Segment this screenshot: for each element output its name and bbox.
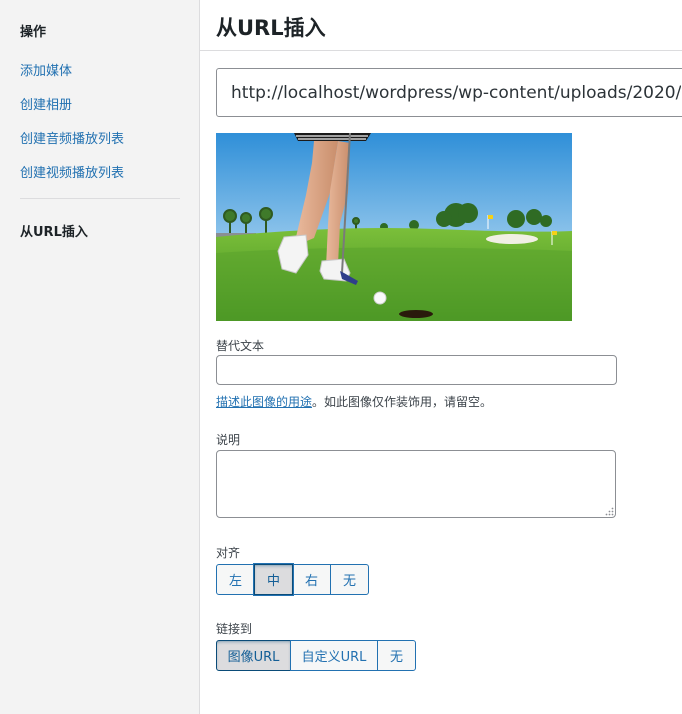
alt-text-label: 替代文本 bbox=[216, 339, 265, 353]
link-custom-url-button[interactable]: 自定义URL bbox=[290, 640, 378, 671]
sidebar-divider bbox=[20, 198, 180, 199]
sidebar-item-create-video-playlist[interactable]: 创建视频播放列表 bbox=[20, 162, 124, 181]
align-left-button[interactable]: 左 bbox=[216, 564, 255, 595]
link-to-button-group: 图像URL 自定义URL 无 bbox=[216, 640, 416, 671]
caption-label: 说明 bbox=[216, 433, 241, 447]
frame-header: 从URL插入 bbox=[200, 0, 682, 51]
link-to-label: 链接到 bbox=[216, 622, 253, 636]
alt-text-hint: 描述此图像的用途。如此图像仅作装饰用，请留空。 bbox=[216, 393, 492, 410]
alt-text-hint-text: 。如此图像仅作装饰用，请留空。 bbox=[312, 395, 493, 409]
align-button-group: 左 中 右 无 bbox=[216, 564, 369, 595]
url-input[interactable] bbox=[216, 68, 682, 117]
link-none-button[interactable]: 无 bbox=[377, 640, 416, 671]
alt-text-field[interactable] bbox=[216, 355, 617, 385]
resize-grip-icon[interactable] bbox=[605, 507, 614, 516]
align-center-button[interactable]: 中 bbox=[254, 564, 293, 595]
sidebar-item-create-audio-playlist[interactable]: 创建音频播放列表 bbox=[20, 128, 124, 147]
sidebar-item-add-media[interactable]: 添加媒体 bbox=[20, 60, 72, 79]
image-preview bbox=[216, 133, 572, 321]
sidebar-item-insert-from-url[interactable]: 从URL插入 bbox=[20, 221, 88, 240]
align-none-button[interactable]: 无 bbox=[330, 564, 369, 595]
media-sidebar: 操作 添加媒体 创建相册 创建音频播放列表 创建视频播放列表 从URL插入 bbox=[0, 0, 200, 714]
golf-photo-icon bbox=[216, 133, 572, 321]
align-right-button[interactable]: 右 bbox=[292, 564, 331, 595]
caption-field[interactable] bbox=[216, 450, 616, 518]
sidebar-heading: 操作 bbox=[20, 25, 47, 40]
sidebar-item-create-gallery[interactable]: 创建相册 bbox=[20, 94, 72, 113]
align-label: 对齐 bbox=[216, 546, 241, 560]
alt-text-help-link[interactable]: 描述此图像的用途 bbox=[216, 395, 312, 409]
link-image-url-button[interactable]: 图像URL bbox=[216, 640, 291, 671]
page-title: 从URL插入 bbox=[216, 16, 326, 40]
